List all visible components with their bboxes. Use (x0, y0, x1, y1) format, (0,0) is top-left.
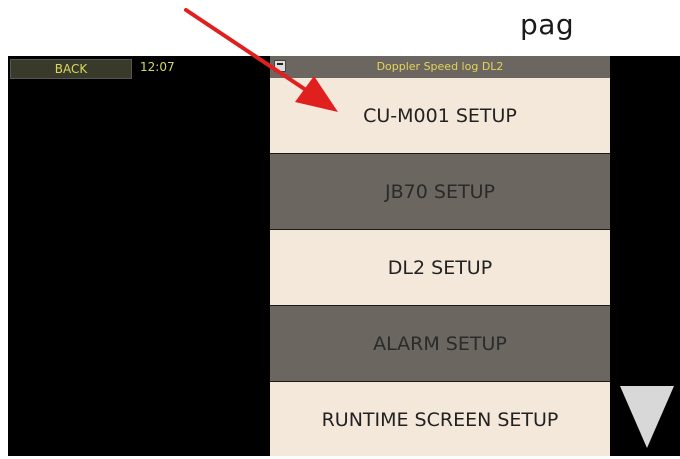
menu-item-jb70-setup[interactable]: JB70 SETUP (270, 154, 610, 230)
triangle-down-icon[interactable] (620, 386, 674, 448)
top-bar: BACK 12:07 Doppler Speed log DL2 (8, 56, 680, 79)
screen-title: Doppler Speed log DL2 (376, 60, 504, 73)
page-text-fragment: pag (520, 8, 575, 41)
setup-menu: CU-M001 SETUP JB70 SETUP DL2 SETUP ALARM… (270, 78, 610, 456)
page: pag BACK 12:07 Doppler Speed log DL2 CU-… (0, 0, 680, 459)
clock-display: 12:07 (140, 60, 175, 74)
menu-item-dl2-setup[interactable]: DL2 SETUP (270, 230, 610, 306)
device-icon (274, 60, 286, 72)
menu-item-runtime-screen-setup[interactable]: RUNTIME SCREEN SETUP (270, 382, 610, 456)
menu-item-alarm-setup[interactable]: ALARM SETUP (270, 306, 610, 382)
device-screen: BACK 12:07 Doppler Speed log DL2 CU-M001… (8, 56, 680, 456)
back-button[interactable]: BACK (10, 59, 132, 79)
menu-item-cu-m001-setup[interactable]: CU-M001 SETUP (270, 78, 610, 154)
screen-title-bar: Doppler Speed log DL2 (270, 56, 610, 78)
